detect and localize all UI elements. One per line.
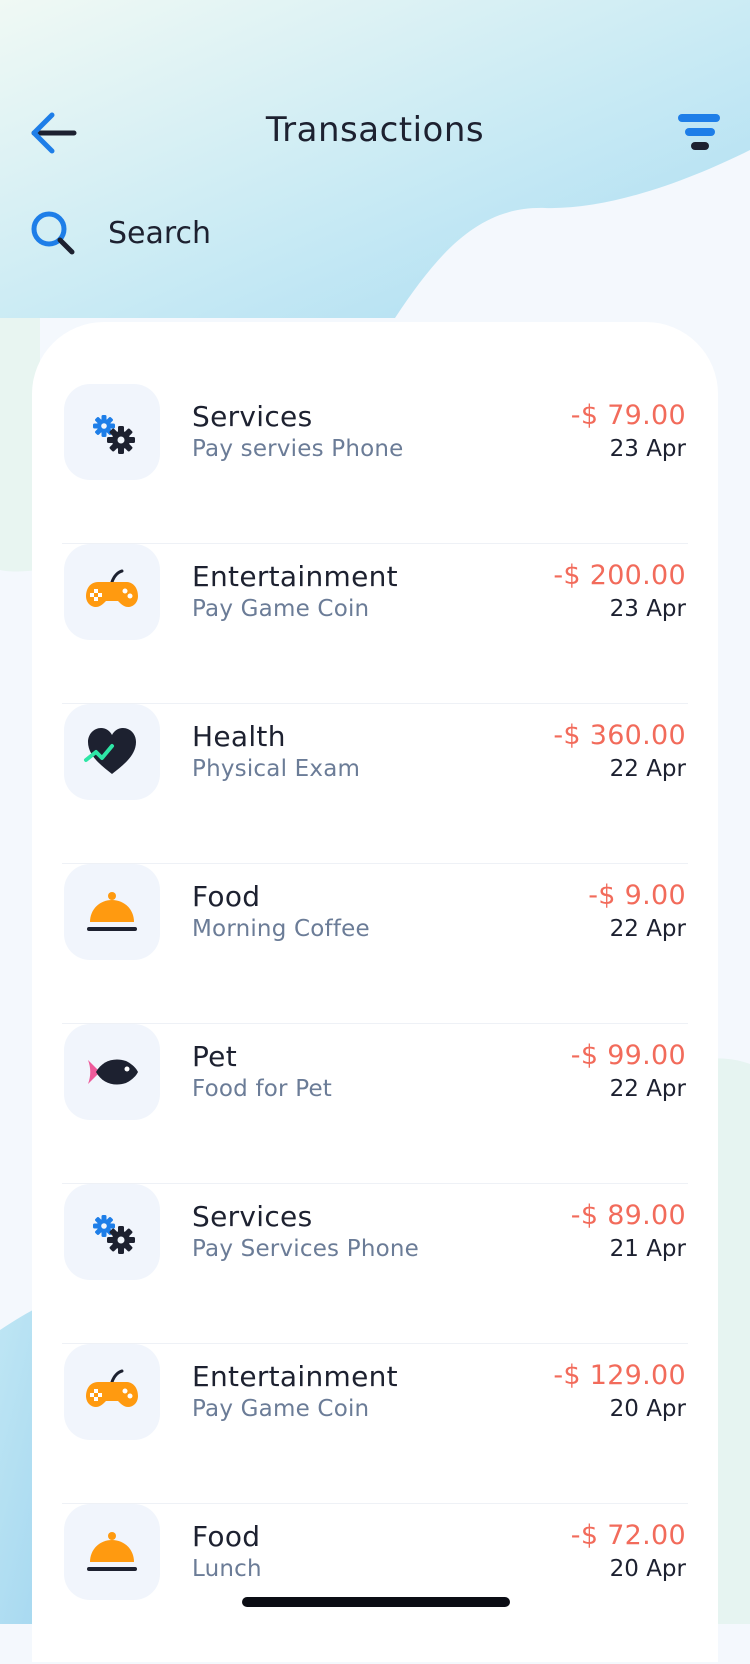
transaction-amount: -$ 89.00: [570, 1200, 686, 1231]
transaction-row[interactable]: Health Physical Exam -$ 360.00 22 Apr: [32, 704, 718, 864]
transaction-amount: -$ 9.00: [588, 880, 686, 911]
transaction-description: Pay Game Coin: [192, 1396, 370, 1422]
gamepad-icon: [86, 569, 138, 607]
transaction-date: 23 Apr: [609, 596, 686, 622]
gears-icon: [93, 1215, 135, 1254]
fish-icon: [88, 1059, 138, 1085]
transaction-date: 22 Apr: [609, 1076, 686, 1102]
transaction-category: Pet: [192, 1040, 237, 1073]
heart-pulse-icon: [84, 728, 136, 774]
gamepad-icon: [86, 1369, 138, 1407]
filter-button[interactable]: [674, 108, 724, 158]
transaction-category: Entertainment: [192, 560, 398, 593]
search-icon: [31, 211, 75, 255]
transaction-date: 21 Apr: [609, 1236, 686, 1262]
home-indicator[interactable]: [242, 1597, 510, 1607]
category-icon-box: [64, 1504, 160, 1600]
transaction-date: 20 Apr: [609, 1556, 686, 1582]
transaction-date: 20 Apr: [609, 1396, 686, 1422]
transaction-row[interactable]: Pet Food for Pet -$ 99.00 22 Apr: [32, 1024, 718, 1184]
transaction-category: Services: [192, 400, 313, 433]
food-cloche-icon: [87, 1532, 137, 1571]
transaction-row[interactable]: Entertainment Pay Game Coin -$ 200.00 23…: [32, 544, 718, 704]
food-cloche-icon: [87, 892, 137, 931]
transaction-description: Lunch: [192, 1556, 262, 1582]
transaction-date: 22 Apr: [609, 756, 686, 782]
transaction-list: Services Pay servies Phone -$ 79.00 23 A…: [32, 384, 718, 1664]
search-input[interactable]: [106, 209, 670, 257]
search-bar: [30, 205, 720, 261]
transaction-category: Food: [192, 1520, 261, 1553]
transaction-category: Health: [192, 720, 286, 753]
transaction-description: Morning Coffee: [192, 916, 370, 942]
transaction-description: Pay servies Phone: [192, 436, 404, 462]
transaction-description: Physical Exam: [192, 756, 361, 782]
category-icon-box: [64, 1344, 160, 1440]
app-header: Transactions: [0, 100, 750, 164]
transaction-row[interactable]: Services Pay Services Phone -$ 89.00 21 …: [32, 1184, 718, 1344]
transaction-amount: -$ 72.00: [570, 1520, 686, 1551]
transaction-amount: -$ 99.00: [570, 1040, 686, 1071]
category-icon-box: [64, 864, 160, 960]
transaction-amount: -$ 200.00: [553, 560, 686, 591]
category-icon-box: [64, 384, 160, 480]
transaction-amount: -$ 360.00: [553, 720, 686, 751]
transactions-card: Services Pay servies Phone -$ 79.00 23 A…: [32, 322, 718, 1662]
transaction-date: 22 Apr: [609, 916, 686, 942]
transaction-description: Pay Game Coin: [192, 596, 370, 622]
transaction-description: Food for Pet: [192, 1076, 333, 1102]
transaction-category: Entertainment: [192, 1360, 398, 1393]
gears-icon: [93, 415, 135, 454]
page-title: Transactions: [265, 110, 485, 150]
transaction-row[interactable]: Services Pay servies Phone -$ 79.00 23 A…: [32, 384, 718, 544]
category-icon-box: [64, 1024, 160, 1120]
category-icon-box: [64, 544, 160, 640]
transaction-description: Pay Services Phone: [192, 1236, 419, 1262]
transaction-amount: -$ 129.00: [553, 1360, 686, 1391]
filter-icon: [678, 114, 720, 150]
category-icon-box: [64, 704, 160, 800]
transaction-row[interactable]: Food Lunch -$ 72.00 20 Apr: [32, 1504, 718, 1664]
transaction-row[interactable]: Entertainment Pay Game Coin -$ 129.00 20…: [32, 1344, 718, 1504]
transaction-date: 23 Apr: [609, 436, 686, 462]
transaction-category: Services: [192, 1200, 313, 1233]
category-icon-box: [64, 1184, 160, 1280]
transaction-amount: -$ 79.00: [570, 400, 686, 431]
transaction-category: Food: [192, 880, 261, 913]
transaction-row[interactable]: Food Morning Coffee -$ 9.00 22 Apr: [32, 864, 718, 1024]
